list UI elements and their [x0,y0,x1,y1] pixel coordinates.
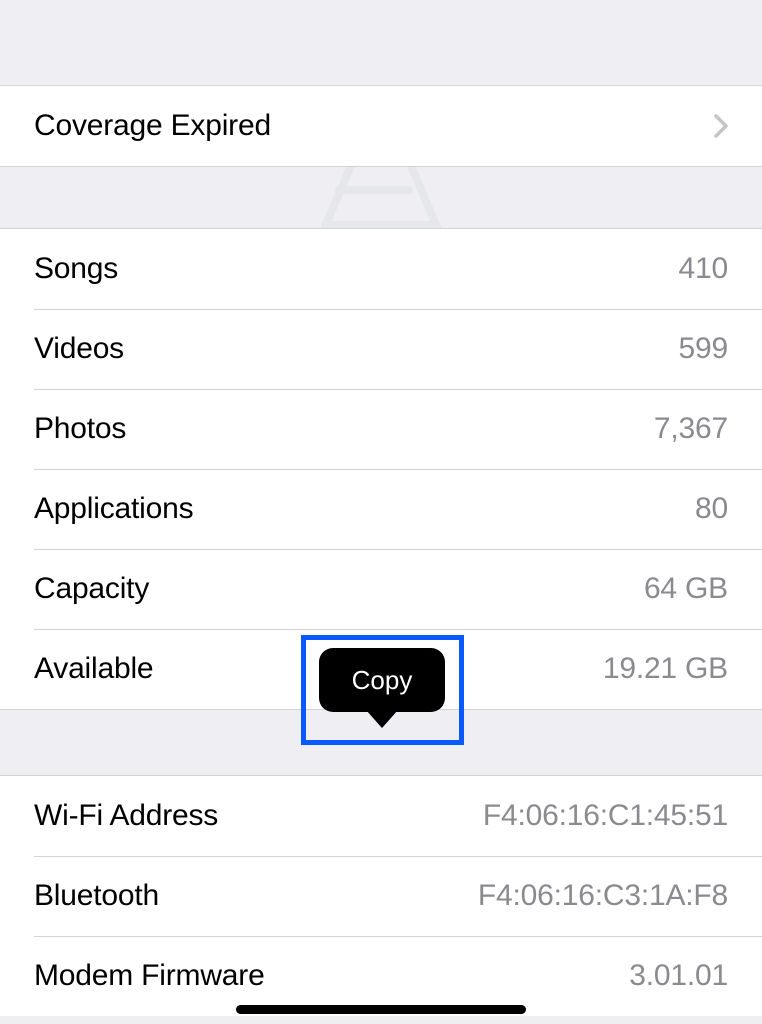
coverage-label: Coverage Expired [34,109,271,143]
bluetooth-value: F4:06:16:C3:1A:F8 [478,879,728,913]
modem-value: 3.01.01 [629,959,728,993]
videos-label: Videos [34,332,124,366]
capacity-row[interactable]: Capacity 64 GB [0,549,762,629]
applications-label: Applications [34,492,193,526]
videos-value: 599 [679,332,728,366]
bluetooth-label: Bluetooth [34,879,159,913]
photos-row[interactable]: Photos 7,367 [0,389,762,469]
songs-label: Songs [34,252,118,286]
wifi-address-row[interactable]: Wi-Fi Address F4:06:16:C1:45:51 [0,776,762,856]
copy-popover[interactable]: Copy [319,648,445,712]
available-value: 19.21 GB [603,652,728,686]
capacity-value: 64 GB [644,572,728,606]
copy-popover-label: Copy [352,665,413,696]
chevron-right-icon [714,114,728,138]
applications-value: 80 [695,492,728,526]
songs-value: 410 [679,252,728,286]
available-label: Available [34,652,153,686]
bluetooth-row[interactable]: Bluetooth F4:06:16:C3:1A:F8 [0,856,762,936]
photos-label: Photos [34,412,126,446]
coverage-expired-row[interactable]: Coverage Expired [0,86,762,166]
wifi-value: F4:06:16:C1:45:51 [483,799,728,833]
capacity-label: Capacity [34,572,149,606]
modem-label: Modem Firmware [34,959,265,993]
songs-row[interactable]: Songs 410 [0,229,762,309]
wifi-label: Wi-Fi Address [34,799,218,833]
modem-firmware-row[interactable]: Modem Firmware 3.01.01 [0,936,762,1016]
applications-row[interactable]: Applications 80 [0,469,762,549]
home-indicator[interactable] [236,1005,526,1014]
photos-value: 7,367 [654,412,728,446]
videos-row[interactable]: Videos 599 [0,309,762,389]
